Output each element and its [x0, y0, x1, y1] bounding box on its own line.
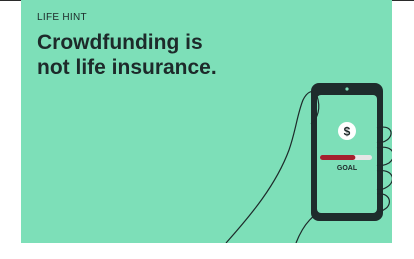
life-hint-card: LIFE HINT Crowdfunding is not life insur…: [21, 0, 392, 243]
phone-screen: [317, 95, 377, 213]
dollar-symbol: $: [344, 125, 351, 139]
goal-label: GOAL: [337, 165, 358, 172]
arm-outline: [225, 91, 318, 243]
phone-camera: [345, 87, 349, 91]
goal-progress-fill: [320, 155, 356, 160]
hand-holding-phone-illustration: $ GOAL: [225, 83, 392, 243]
